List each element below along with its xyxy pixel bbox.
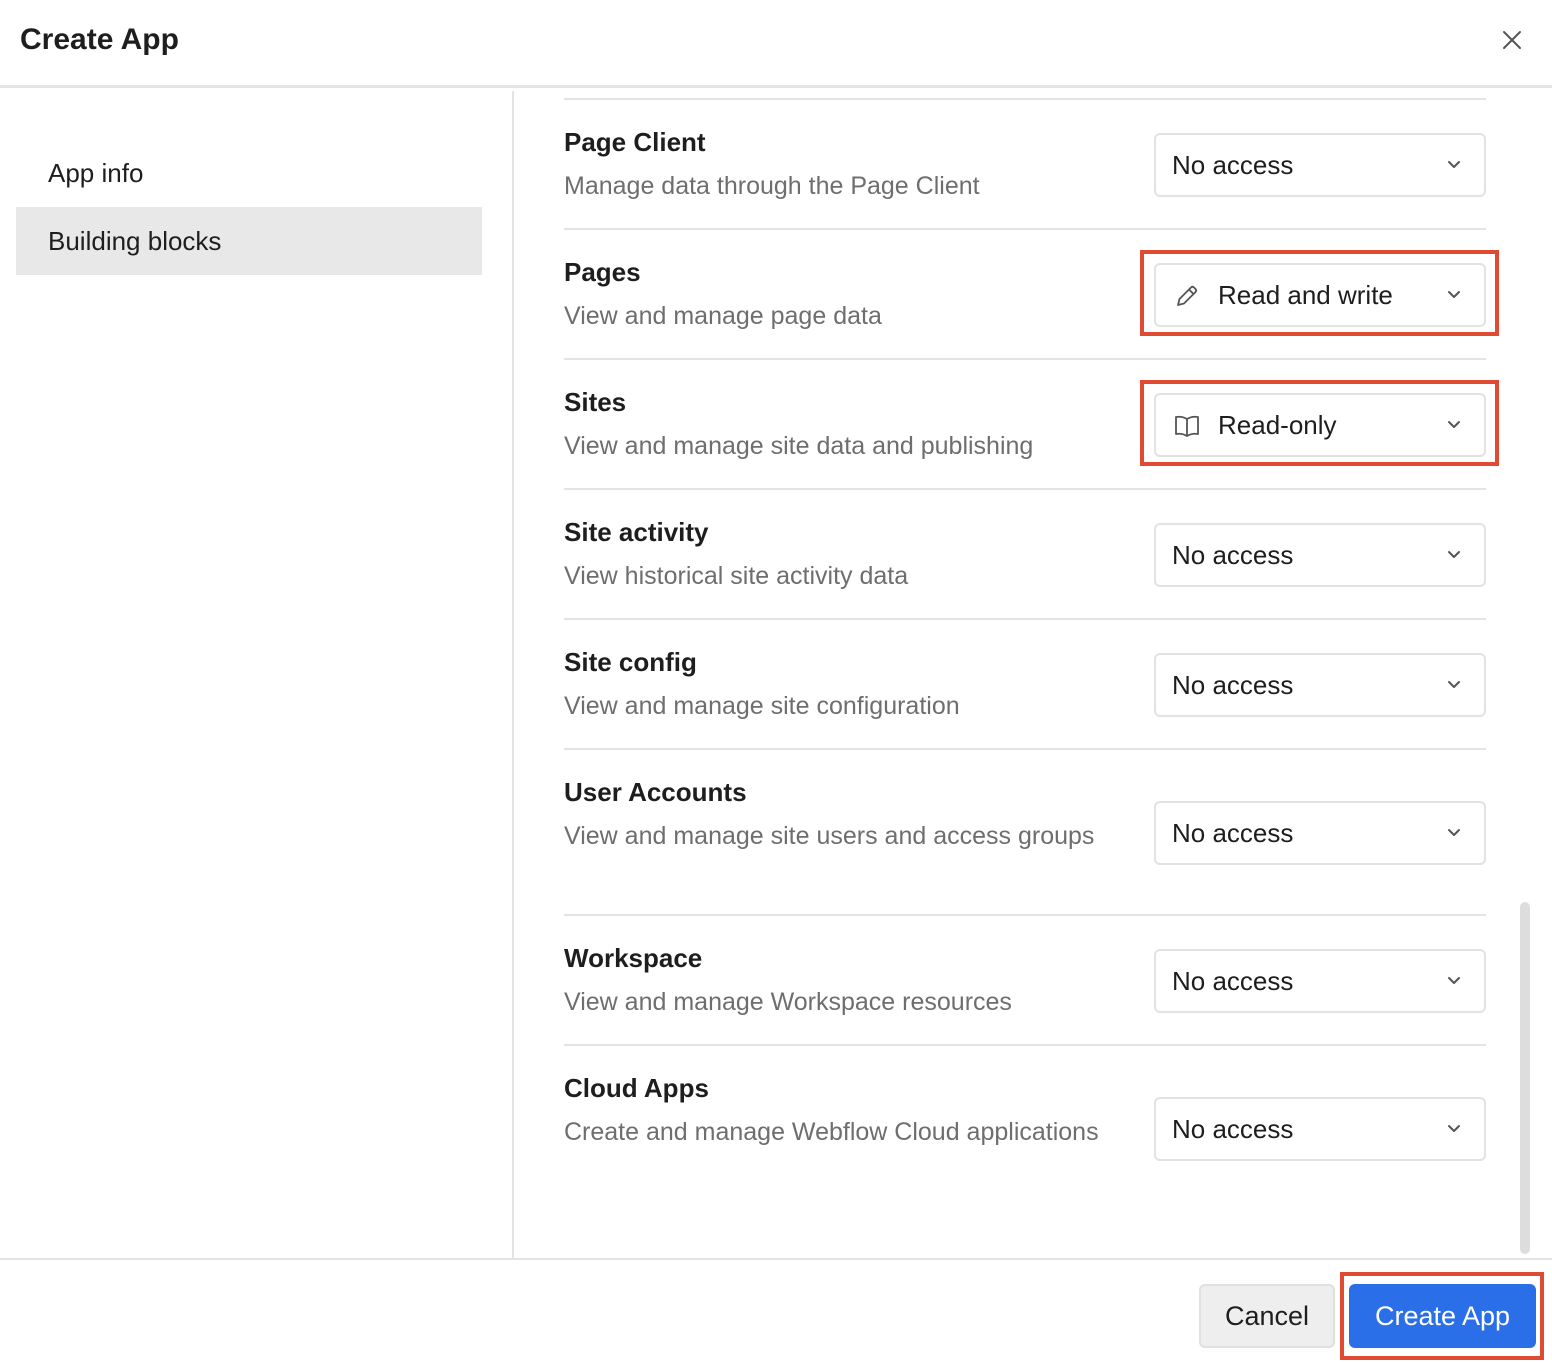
close-icon	[1503, 31, 1521, 49]
create-app-button[interactable]: Create App	[1349, 1284, 1536, 1348]
chevron-down-icon	[1448, 161, 1460, 168]
access-select-site-config[interactable]: No access	[1154, 653, 1486, 717]
permission-row-cloud-apps: Cloud Apps Create and manage Webflow Clo…	[564, 1046, 1486, 1212]
sidebar: App info Building blocks	[0, 91, 514, 1258]
permission-row-page-client: Page Client Manage data through the Page…	[564, 100, 1486, 230]
access-select-site-activity[interactable]: No access	[1154, 523, 1486, 587]
pencil-icon	[1177, 285, 1198, 306]
dialog-footer: Cancel Create App	[0, 1258, 1552, 1362]
select-value: Read and write	[1218, 280, 1393, 310]
chevron-down-icon	[1448, 1125, 1460, 1132]
dialog-title: Create App	[20, 23, 179, 56]
select-value: No access	[1172, 966, 1294, 996]
permission-title: Site activity	[564, 517, 709, 547]
close-button[interactable]	[1492, 20, 1532, 60]
scrollbar[interactable]	[1520, 902, 1530, 1254]
select-value: No access	[1172, 150, 1294, 180]
permission-title: Workspace	[564, 943, 703, 973]
book-icon	[1175, 415, 1199, 437]
access-select-workspace[interactable]: No access	[1154, 949, 1486, 1013]
select-value: No access	[1172, 540, 1294, 570]
sidebar-item-building-blocks[interactable]: Building blocks	[16, 207, 482, 275]
permission-title: Page Client	[564, 127, 706, 157]
permission-row-sites: Sites View and manage site data and publ…	[564, 360, 1486, 490]
sidebar-item-app-info[interactable]: App info	[16, 139, 482, 207]
permission-description: View and manage site configuration	[564, 692, 960, 720]
permission-title: Site config	[564, 647, 697, 677]
chevron-down-icon	[1448, 421, 1460, 428]
permission-description: View and manage page data	[564, 302, 882, 330]
access-select-sites[interactable]: Read-only	[1154, 393, 1486, 457]
permission-title: User Accounts	[564, 777, 747, 807]
permission-description: View and manage Workspace resources	[564, 988, 1012, 1016]
permission-title: Pages	[564, 257, 641, 287]
chevron-down-icon	[1448, 551, 1460, 558]
chevron-down-icon	[1448, 681, 1460, 688]
permission-description: View and manage site data and publishing	[564, 432, 1034, 460]
select-value: Read-only	[1218, 410, 1337, 440]
access-select-page-client[interactable]: No access	[1154, 133, 1486, 197]
permission-row-pages: Pages View and manage page data Read and…	[564, 230, 1486, 360]
select-value: No access	[1172, 670, 1294, 700]
cancel-button[interactable]: Cancel	[1199, 1284, 1335, 1348]
access-select-cloud-apps[interactable]: No access	[1154, 1097, 1486, 1161]
permission-row-user-accounts: User Accounts View and manage site users…	[564, 750, 1486, 916]
permission-title: Sites	[564, 387, 627, 417]
chevron-down-icon	[1448, 829, 1460, 836]
select-value: No access	[1172, 818, 1294, 848]
permission-title: Cloud Apps	[564, 1073, 709, 1103]
permission-description: Create and manage Webflow Cloud applicat…	[564, 1118, 1099, 1146]
permission-description: View historical site activity data	[564, 562, 909, 590]
access-select-user-accounts[interactable]: No access	[1154, 801, 1486, 865]
select-value: No access	[1172, 1114, 1294, 1144]
chevron-down-icon	[1448, 291, 1460, 298]
access-select-pages[interactable]: Read and write	[1154, 263, 1486, 327]
permission-row-workspace: Workspace View and manage Workspace reso…	[564, 916, 1486, 1046]
permission-description: View and manage site users and access gr…	[564, 822, 1095, 850]
permissions-panel: Page Client Manage data through the Page…	[516, 91, 1552, 1258]
permission-description: Manage data through the Page Client	[564, 172, 980, 200]
chevron-down-icon	[1448, 977, 1460, 984]
permission-row-site-activity: Site activity View historical site activ…	[564, 490, 1486, 620]
dialog-header: Create App	[0, 0, 1552, 88]
permission-row-site-config: Site config View and manage site configu…	[564, 620, 1486, 750]
